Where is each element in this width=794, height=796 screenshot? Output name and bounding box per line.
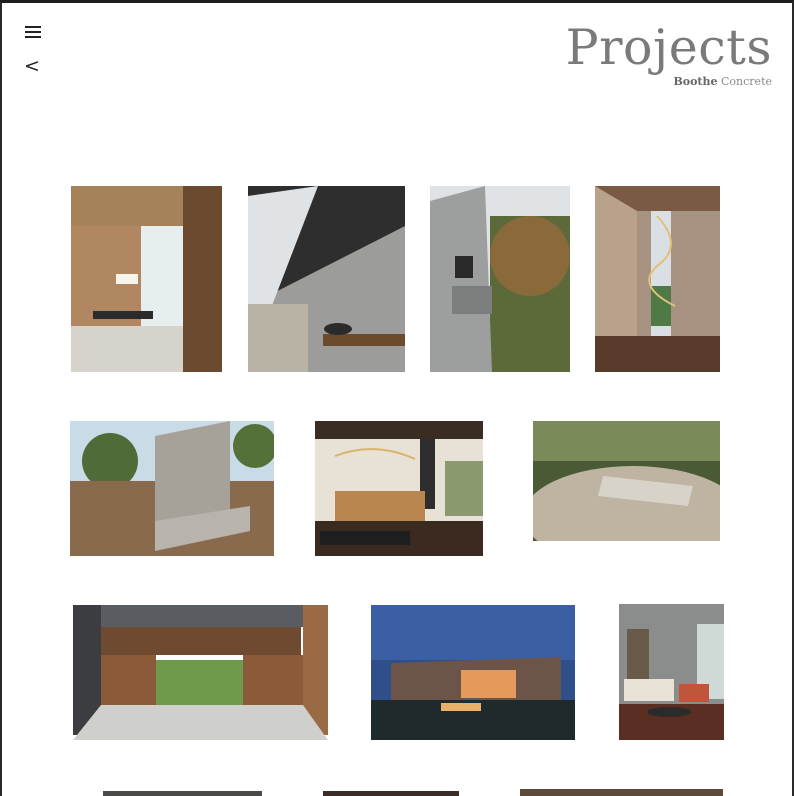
project-tile-living-room[interactable] [619, 604, 724, 740]
hamburger-menu-icon[interactable] [25, 26, 41, 40]
project-tile-concrete-tower[interactable] [430, 186, 570, 372]
project-tile-dining-room[interactable] [71, 186, 222, 372]
project-tile-concrete-skylight[interactable] [248, 186, 405, 372]
page-subtitle: Boothe Concrete [673, 75, 772, 88]
project-tile-row4-2[interactable] [323, 791, 459, 796]
project-tile-bench-patio[interactable] [533, 421, 720, 556]
project-tile-breezeway[interactable] [73, 605, 328, 740]
project-tile-kitchen[interactable] [315, 421, 483, 556]
brand-name: Boothe [673, 75, 718, 88]
chevron-left-icon[interactable]: < [24, 56, 40, 76]
page-title: Projects [565, 19, 772, 76]
project-tile-hallway-light[interactable] [595, 186, 720, 372]
project-tile-row4-1[interactable] [103, 791, 262, 796]
project-tile-row4-3[interactable] [520, 789, 723, 796]
brand-suffix: Concrete [717, 75, 772, 88]
project-tile-house-dusk[interactable] [371, 605, 575, 740]
project-tile-concrete-wall[interactable] [70, 421, 274, 556]
